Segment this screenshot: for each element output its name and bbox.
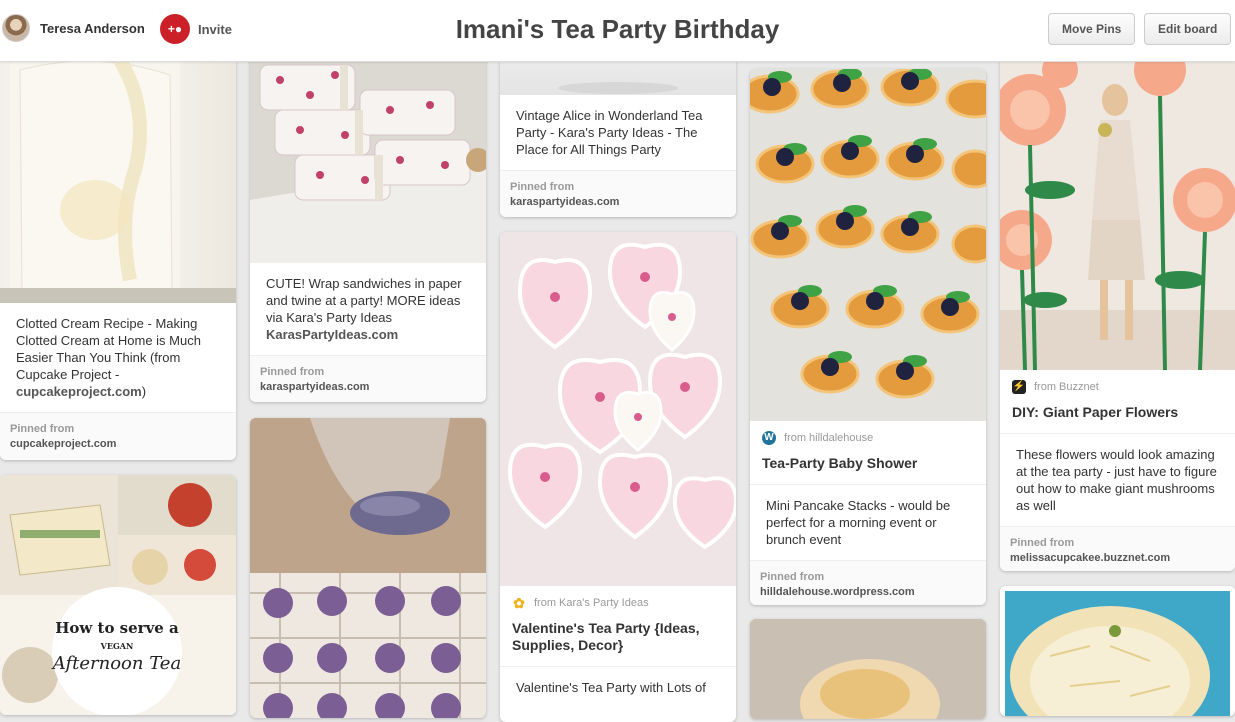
heart-cookies-image [500, 232, 736, 586]
pin-source[interactable]: ✿ from Kara's Party Ideas [500, 586, 736, 616]
pinned-domain[interactable]: cupcakeproject.com [10, 438, 226, 450]
lightning-icon: ⚡ [1012, 380, 1026, 394]
pin-title[interactable]: Valentine's Tea Party {Ideas, Supplies, … [500, 616, 736, 666]
pin-clotted-cream[interactable]: Clotted Cream Recipe - Making Clotted Cr… [0, 50, 236, 460]
pin-image[interactable]: How to serve a VEGAN Afternoon Tea [0, 475, 236, 715]
pin-alice-wonderland[interactable]: Vintage Alice in Wonderland Tea Party - … [500, 40, 736, 217]
pin-image[interactable] [500, 232, 736, 586]
giant-paper-flowers-image [1000, 50, 1235, 370]
pin-giant-paper-flowers[interactable]: ⚡ from Buzznet DIY: Giant Paper Flowers … [1000, 50, 1235, 571]
description-link[interactable]: cupcakeproject.com [16, 384, 142, 399]
board-header: Teresa Anderson +● Invite Imani's Tea Pa… [0, 0, 1235, 62]
pin-pancake-stacks[interactable]: W from hilldalehouse Tea-Party Baby Show… [750, 69, 986, 605]
pancake-stacks-image [750, 69, 986, 421]
pin-image[interactable] [1000, 586, 1235, 716]
pin-image[interactable] [1000, 50, 1235, 370]
wordpress-icon: W [762, 431, 776, 445]
pinned-from[interactable]: Pinned from hilldalehouse.wordpress.com [750, 560, 986, 605]
clotted-cream-jar-image [0, 50, 236, 303]
lavender-macarons-image [250, 418, 486, 718]
pin-description: Mini Pancake Stacks - would be perfect f… [750, 484, 986, 560]
pin-source[interactable]: ⚡ from Buzznet [1000, 370, 1235, 400]
pin-description: Vintage Alice in Wonderland Tea Party - … [516, 108, 703, 157]
pin-image[interactable] [250, 50, 486, 263]
pin-valentine-tea[interactable]: ✿ from Kara's Party Ideas Valentine's Te… [500, 232, 736, 722]
pin-description: These flowers would look amazing at the … [1000, 433, 1235, 526]
pin-afternoon-tea[interactable]: How to serve a VEGAN Afternoon Tea [0, 475, 236, 715]
pinned-domain[interactable]: karaspartyideas.com [260, 381, 476, 393]
pin-lavender-macarons[interactable] [250, 418, 486, 718]
pin-description: CUTE! Wrap sandwiches in paper and twine… [266, 276, 462, 342]
move-pins-button[interactable]: Move Pins [1048, 13, 1136, 45]
pinned-from[interactable]: Pinned from melissacupcakee.buzznet.com [1000, 526, 1235, 571]
pinned-from[interactable]: Pinned from karaspartyideas.com [500, 170, 736, 217]
pinned-domain[interactable]: karaspartyideas.com [510, 196, 726, 208]
pin-source[interactable]: W from hilldalehouse [750, 421, 986, 451]
pin-title[interactable]: DIY: Giant Paper Flowers [1000, 400, 1235, 433]
pinned-domain[interactable]: hilldalehouse.wordpress.com [760, 586, 976, 598]
wrapped-sandwiches-image [250, 50, 486, 263]
pinned-from[interactable]: Pinned from cupcakeproject.com [0, 412, 236, 460]
pin-description: Valentine's Tea Party with Lots of [500, 666, 736, 708]
pinned-domain[interactable]: melissacupcakee.buzznet.com [1010, 552, 1225, 564]
coconut-dish-image [1005, 591, 1230, 716]
invite-icon[interactable]: +● [160, 14, 190, 44]
pin-title[interactable]: Tea-Party Baby Shower [750, 451, 986, 484]
afternoon-tea-badge: How to serve a VEGAN Afternoon Tea [52, 587, 182, 715]
avatar[interactable] [2, 14, 30, 42]
pin-image[interactable] [0, 50, 236, 303]
pin-pastry[interactable] [750, 619, 986, 719]
pin-coconut-dish[interactable] [1000, 586, 1235, 716]
pin-image[interactable] [250, 418, 486, 718]
username-link[interactable]: Teresa Anderson [40, 21, 145, 36]
pin-image[interactable] [750, 69, 986, 421]
pastry-image [750, 619, 986, 719]
pin-wrapped-sandwiches[interactable]: CUTE! Wrap sandwiches in paper and twine… [250, 50, 486, 402]
pin-image[interactable] [750, 619, 986, 719]
description-link[interactable]: KarasPartyIdeas.com [266, 327, 398, 342]
edit-board-button[interactable]: Edit board [1144, 13, 1232, 45]
pin-description: Clotted Cream Recipe - Making Clotted Cr… [16, 316, 201, 399]
invite-button[interactable]: Invite [198, 22, 232, 37]
pinned-from[interactable]: Pinned from karaspartyideas.com [250, 355, 486, 402]
sunflower-icon: ✿ [513, 595, 525, 611]
